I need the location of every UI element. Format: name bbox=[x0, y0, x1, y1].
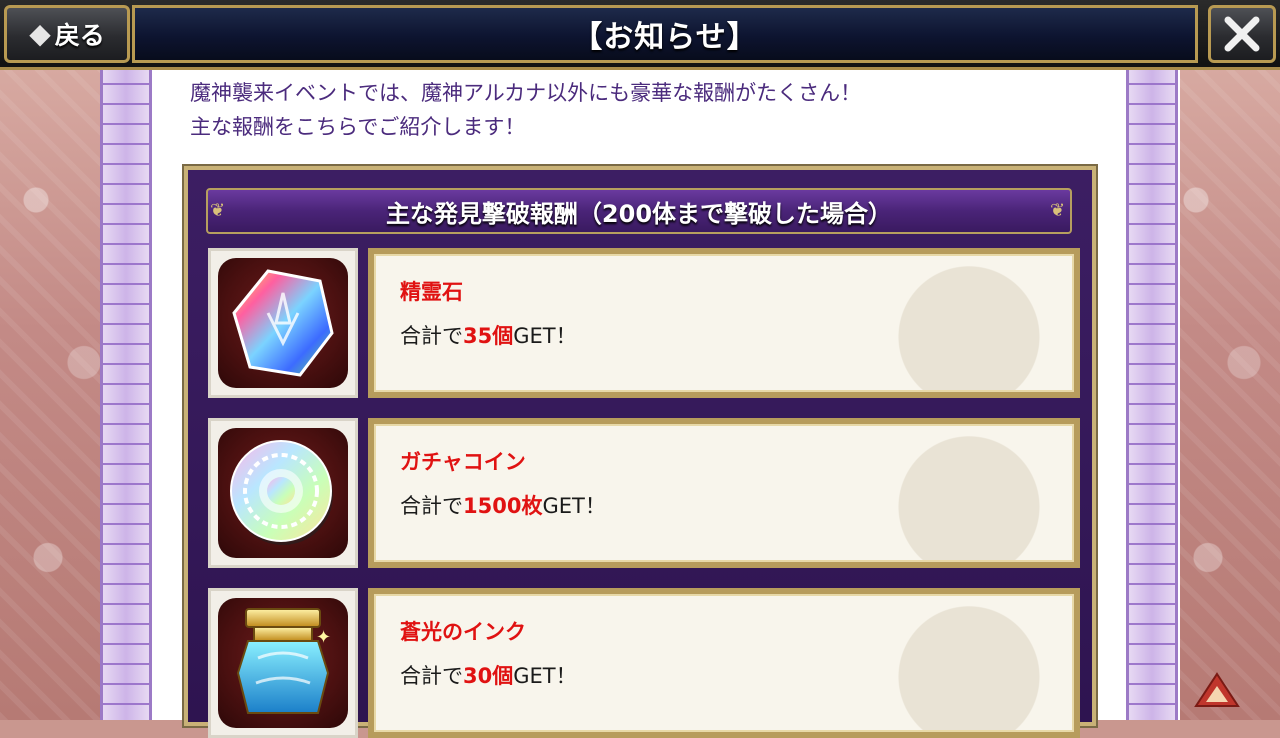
title-bar: 【お知らせ】 bbox=[132, 5, 1198, 63]
ornament-icon: ❦ bbox=[210, 200, 226, 221]
scroll-top-button[interactable] bbox=[1194, 670, 1240, 710]
item-name: ガチャコイン bbox=[400, 450, 526, 474]
page-title: 【お知らせ】 bbox=[572, 20, 758, 55]
close-icon bbox=[1224, 16, 1260, 52]
item-description: 合計で35個GET！ bbox=[400, 320, 577, 350]
item-desc-prefix: 合計で bbox=[400, 324, 463, 348]
item-icon-frame bbox=[208, 248, 358, 398]
gacha-coin-icon bbox=[230, 440, 333, 545]
reward-item: ✦ 蒼光のインク 合計で30個GET！ bbox=[208, 588, 1080, 738]
item-name: 精霊石 bbox=[400, 280, 463, 304]
item-desc-suffix: GET！ bbox=[542, 494, 606, 518]
item-amount: 30個 bbox=[463, 664, 514, 688]
intro-line-1: 魔神襲来イベントでは、魔神アルカナ以外にも豪華な報酬がたくさん！ bbox=[190, 81, 862, 105]
close-button[interactable] bbox=[1208, 5, 1276, 63]
item-icon-frame bbox=[208, 418, 358, 568]
item-card: ガチャコイン 合計で1500枚GET！ bbox=[368, 418, 1080, 568]
item-amount: 35個 bbox=[463, 324, 514, 348]
svg-text:✦: ✦ bbox=[316, 627, 331, 648]
item-amount: 1500枚 bbox=[463, 494, 543, 518]
item-desc-suffix: GET！ bbox=[513, 324, 577, 348]
item-description: 合計で30個GET！ bbox=[400, 660, 577, 690]
back-label: 戻る bbox=[54, 21, 105, 50]
ornament-icon: ❦ bbox=[1050, 200, 1066, 221]
item-desc-prefix: 合計で bbox=[400, 664, 463, 688]
ink-jar-icon: ✦ bbox=[236, 608, 331, 714]
intro-line-2: 主な報酬をこちらでご紹介します！ bbox=[190, 115, 526, 139]
item-desc-suffix: GET！ bbox=[513, 664, 577, 688]
item-icon-frame: ✦ bbox=[208, 588, 358, 738]
reward-item: ガチャコイン 合計で1500枚GET！ bbox=[208, 418, 1080, 568]
back-arrow-icon: ◆ bbox=[29, 17, 51, 50]
item-description: 合計で1500枚GET！ bbox=[400, 490, 606, 520]
item-card: 精霊石 合計で35個GET！ bbox=[368, 248, 1080, 398]
reward-section: ❦ 主な発見撃破報酬（200体まで撃破した場合） ❦ 精霊石 合計で35個GET… bbox=[182, 164, 1098, 738]
reward-section-title: 主な発見撃破報酬（200体まで撃破した場合） bbox=[385, 199, 893, 228]
item-card: 蒼光のインク 合計で30個GET！ bbox=[368, 588, 1080, 738]
item-name: 蒼光のインク bbox=[400, 620, 526, 644]
reward-item: 精霊石 合計で35個GET！ bbox=[208, 248, 1080, 398]
panel-left-border bbox=[100, 70, 152, 720]
back-button[interactable]: ◆ 戻る bbox=[4, 5, 130, 63]
up-arrow-icon bbox=[1194, 672, 1240, 707]
rainbow-crystal-icon bbox=[232, 269, 334, 377]
item-desc-prefix: 合計で bbox=[400, 494, 463, 518]
panel-right-border bbox=[1126, 70, 1178, 720]
header-bar: ◆ 戻る 【お知らせ】 bbox=[0, 0, 1280, 70]
reward-section-header: ❦ 主な発見撃破報酬（200体まで撃破した場合） ❦ bbox=[206, 188, 1072, 234]
intro-text: 魔神襲来イベントでは、魔神アルカナ以外にも豪華な報酬がたくさん！ 主な報酬をこち… bbox=[190, 76, 1090, 144]
